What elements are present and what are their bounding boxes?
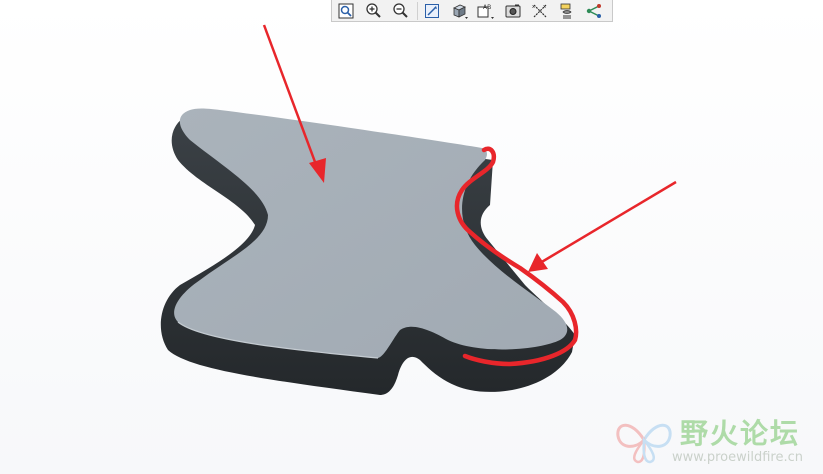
- saved-orientations-label: AB: [483, 4, 491, 11]
- view-manager-button[interactable]: [501, 1, 525, 21]
- spin-center-button[interactable]: [582, 1, 606, 21]
- annotation-arrow-right: [528, 180, 677, 272]
- repaint-icon: [425, 3, 439, 18]
- annotation-display-icon: [560, 3, 572, 18]
- datum-display-icon: x x: [532, 4, 547, 17]
- svg-text:x: x: [532, 4, 535, 10]
- part-top-face[interactable]: [174, 108, 568, 359]
- repaint-button[interactable]: [420, 1, 444, 21]
- spin-center-icon: [586, 3, 601, 18]
- zoom-in-icon: [366, 2, 381, 18]
- display-style-icon: [453, 4, 468, 19]
- view-toolbar: AB x x: [331, 0, 613, 22]
- graphics-viewport[interactable]: AB x x 野火论坛 www.proewildfire.cn: [0, 0, 823, 474]
- refit-icon: [338, 3, 354, 18]
- refit-button[interactable]: [334, 1, 358, 21]
- datum-display-button[interactable]: x x: [528, 1, 552, 21]
- svg-text:x: x: [543, 4, 546, 10]
- zoom-in-button[interactable]: [361, 1, 385, 21]
- annotation-display-button[interactable]: [555, 1, 579, 21]
- saved-orientations-icon: AB: [477, 4, 494, 19]
- model-scene: [160, 24, 677, 395]
- zoom-out-icon: [393, 2, 408, 18]
- display-style-button[interactable]: [447, 1, 471, 21]
- zoom-out-button[interactable]: [388, 1, 412, 21]
- saved-orientations-button[interactable]: AB: [474, 1, 498, 21]
- toolbar-separator: [417, 1, 418, 20]
- view-manager-icon: [505, 4, 521, 17]
